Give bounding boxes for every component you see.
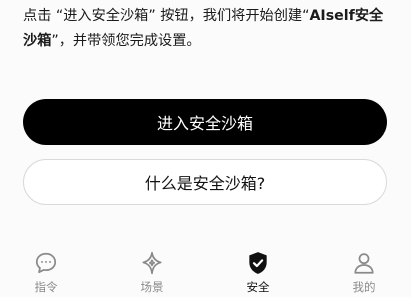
enter-sandbox-button[interactable]: 进入安全沙箱 [23, 99, 387, 145]
intro-text: 点击 “进入安全沙箱” 按钮，我们将开始创建“AIself安全沙箱”，并带领您完… [23, 4, 395, 54]
nav-label-security: 安全 [246, 280, 270, 294]
nav-label-profile: 我的 [352, 280, 376, 294]
sparkle-icon [142, 251, 162, 275]
enter-sandbox-label: 进入安全沙箱 [156, 114, 253, 133]
nav-item-commands[interactable]: 指令 [14, 244, 78, 295]
user-icon [354, 253, 374, 274]
nav-item-scenes[interactable]: 场景 [120, 244, 184, 295]
what-is-sandbox-label: 什么是安全沙箱? [144, 174, 266, 193]
bottom-nav: 指令 场景 安全 我的 [0, 244, 411, 297]
shield-check-icon [249, 252, 267, 274]
nav-label-scenes: 场景 [140, 280, 164, 294]
nav-label-commands: 指令 [34, 280, 58, 294]
nav-item-security[interactable]: 安全 [226, 244, 290, 295]
chat-bubble-icon [35, 252, 57, 274]
intro-part1: 点击 “进入安全沙箱” 按钮，我们将开始创建“ [23, 8, 310, 24]
what-is-sandbox-button[interactable]: 什么是安全沙箱? [23, 159, 387, 205]
nav-item-profile[interactable]: 我的 [332, 244, 396, 295]
intro-part2: ”，并带领您完成设置。 [51, 33, 201, 49]
